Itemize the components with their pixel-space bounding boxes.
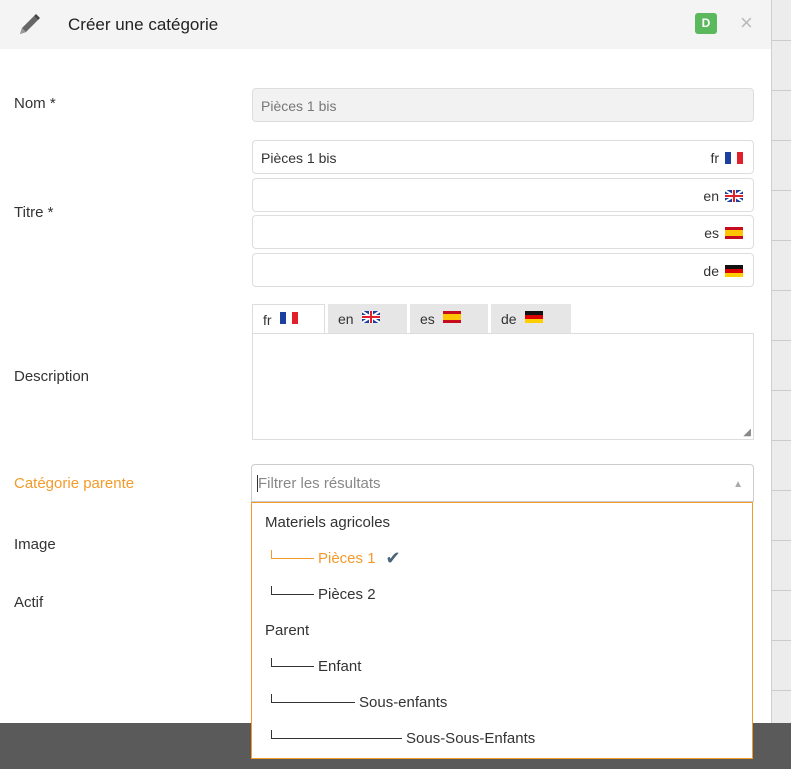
d-badge[interactable]: D bbox=[695, 13, 717, 34]
option-item[interactable]: Sous-enfants bbox=[252, 684, 752, 720]
tab-es[interactable]: es bbox=[410, 304, 488, 333]
option-item[interactable]: Sous-Sous-Enfants bbox=[252, 720, 752, 756]
titre-field-es[interactable]: es bbox=[252, 215, 754, 249]
modal-header: Créer une catégorie D × bbox=[0, 0, 771, 49]
checkmark-icon: ✔ bbox=[385, 547, 401, 568]
option-group: Parent bbox=[265, 621, 310, 639]
description-language-tabs: fr en es de bbox=[252, 304, 571, 334]
uk-flag-icon bbox=[725, 190, 743, 202]
search-placeholder: Filtrer les résultats bbox=[258, 475, 381, 492]
create-category-modal: Créer une catégorie D × Nom * Pièces 1 b… bbox=[0, 0, 771, 759]
france-flag-icon bbox=[279, 312, 298, 324]
uk-flag-icon bbox=[361, 311, 380, 323]
option-item[interactable]: Enfant bbox=[252, 648, 752, 684]
resize-handle-icon[interactable]: ◢ bbox=[743, 427, 751, 438]
titre-label: Titre * bbox=[14, 204, 54, 221]
categorie-parente-label: Catégorie parente bbox=[14, 475, 135, 492]
tab-de[interactable]: de bbox=[491, 304, 571, 333]
image-label: Image bbox=[14, 536, 56, 553]
france-flag-icon bbox=[725, 152, 743, 164]
titre-field-fr[interactable]: Pièces 1 bis fr bbox=[252, 140, 754, 174]
background-page-strip bbox=[771, 0, 791, 723]
nom-value: Pièces 1 bis bbox=[261, 98, 337, 114]
option-group: Materiels agricoles bbox=[265, 513, 391, 531]
parent-category-search-input[interactable]: Filtrer les résultats ▲ bbox=[251, 464, 754, 502]
option-item[interactable]: Pièces 2 bbox=[252, 576, 752, 612]
pencil-icon bbox=[20, 14, 40, 34]
nom-label: Nom * bbox=[14, 95, 56, 112]
nom-field: Pièces 1 bis bbox=[252, 88, 754, 122]
description-label: Description bbox=[14, 368, 90, 385]
tab-fr[interactable]: fr bbox=[252, 304, 325, 334]
actif-label: Actif bbox=[14, 594, 44, 611]
caret-up-icon[interactable]: ▲ bbox=[733, 479, 743, 490]
close-icon[interactable]: × bbox=[740, 11, 753, 35]
parent-category-dropdown: Materiels agricoles Pièces 1 ✔ Pièces 2 … bbox=[251, 502, 753, 759]
description-textarea[interactable]: ◢ bbox=[252, 333, 754, 440]
titre-field-en[interactable]: en bbox=[252, 178, 754, 212]
germany-flag-icon bbox=[725, 265, 743, 277]
germany-flag-icon bbox=[524, 311, 543, 323]
modal-title: Créer une catégorie bbox=[68, 15, 219, 34]
option-item[interactable]: Pièces 1 ✔ bbox=[252, 540, 752, 576]
tab-en[interactable]: en bbox=[328, 304, 407, 333]
titre-field-de[interactable]: de bbox=[252, 253, 754, 287]
spain-flag-icon bbox=[725, 227, 743, 239]
spain-flag-icon bbox=[442, 311, 461, 323]
